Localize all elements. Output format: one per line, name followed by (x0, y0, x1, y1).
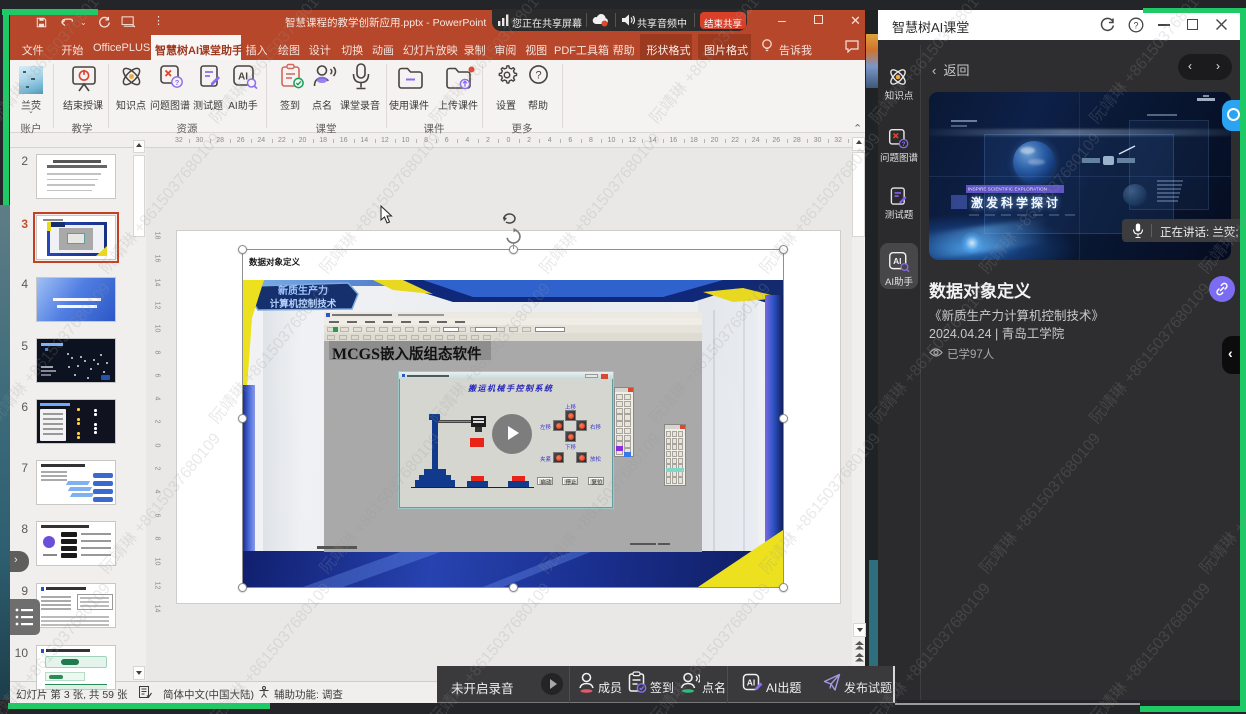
svg-text:计算机控制技术: 计算机控制技术 (270, 298, 337, 310)
svg-text:新质生产力: 新质生产力 (278, 284, 328, 297)
svg-text:?: ? (902, 141, 906, 148)
svg-text:AI: AI (893, 256, 901, 266)
svg-text:?: ? (535, 70, 541, 82)
svg-text:?: ? (1133, 21, 1138, 31)
svg-text:AI: AI (238, 72, 248, 83)
svg-text:?: ? (175, 78, 180, 87)
